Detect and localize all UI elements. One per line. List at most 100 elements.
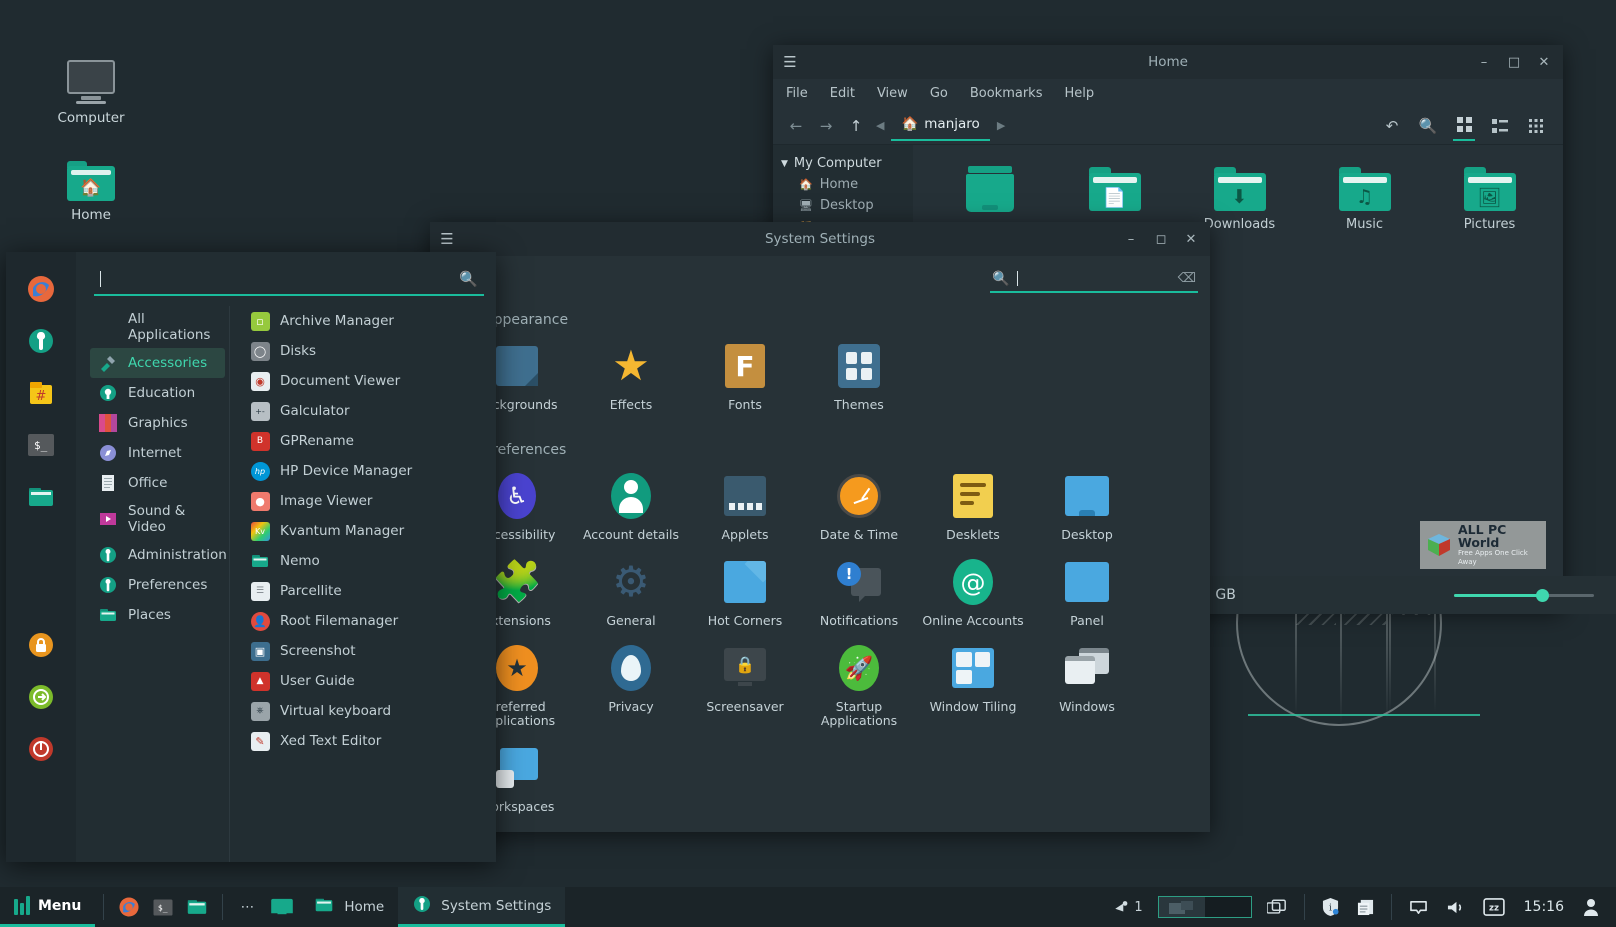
settings-item-notifications[interactable]: ! Notifications xyxy=(802,556,916,628)
up-arrow-icon[interactable]: ↑ xyxy=(843,113,869,139)
menu-system-buttons[interactable] xyxy=(6,628,76,766)
settings-item-online-accounts[interactable]: @ Online Accounts xyxy=(916,556,1030,628)
system-settings-minimize-button[interactable]: – xyxy=(1116,222,1146,256)
ram-slider-row[interactable]: 6 GB xyxy=(1180,576,1616,614)
sidebar-section-my-computer[interactable]: ▼ My Computer xyxy=(773,153,913,174)
grouped-window-icon[interactable]: ⋯ xyxy=(231,887,265,927)
menu-app-root-filemanager[interactable]: 👤 Root Filemanager xyxy=(242,606,488,636)
settings-item-screensaver[interactable]: 🔒 Screensaver xyxy=(688,642,802,728)
ram-slider-track[interactable] xyxy=(1454,588,1594,602)
settings-item-panel[interactable]: Panel xyxy=(1030,556,1144,628)
search-icon[interactable]: 🔍 xyxy=(1417,111,1439,141)
file-item-music[interactable]: ♫ Music xyxy=(1302,161,1427,232)
workspace-switcher[interactable] xyxy=(1157,896,1252,918)
menu-all-applications-label[interactable]: All Applications xyxy=(90,306,225,348)
inhibit-sleep-icon[interactable]: zz xyxy=(1474,887,1514,927)
taskbar-launcher-terminal[interactable]: $_ xyxy=(146,887,180,927)
menu-app-xed-text-editor[interactable]: ✎ Xed Text Editor xyxy=(242,726,488,756)
nemo-minimize-button[interactable]: – xyxy=(1469,45,1499,79)
settings-item-applets[interactable]: Applets xyxy=(688,470,802,542)
taskbar-menu-button[interactable]: Menu xyxy=(0,887,96,927)
nemo-titlebar[interactable]: ☰ Home – □ ✕ xyxy=(773,45,1563,79)
menu-app-archive-manager[interactable]: ▫ Archive Manager xyxy=(242,306,488,336)
settings-item-themes[interactable]: Themes xyxy=(802,340,916,412)
list-view-icon[interactable] xyxy=(1489,111,1511,141)
workspace-2[interactable] xyxy=(1204,897,1251,917)
menu-app-parcellite[interactable]: ☰ Parcellite xyxy=(242,576,488,606)
window-list-icon[interactable] xyxy=(1258,887,1296,927)
settings-item-windows[interactable]: Windows xyxy=(1030,642,1144,728)
menu-category-internet[interactable]: Internet xyxy=(90,438,225,468)
menu-category-preferences[interactable]: Preferences xyxy=(90,570,225,600)
menu-category-list[interactable]: All Applications Accessories Education G… xyxy=(90,306,230,862)
settings-item-effects[interactable]: ★ Effects xyxy=(574,340,688,412)
system-settings-close-button[interactable]: ✕ xyxy=(1176,222,1206,256)
desktop-icon-home[interactable]: 🏠 Home xyxy=(36,145,146,223)
menu-search-input[interactable]: 🔍 xyxy=(94,266,484,296)
system-settings-search-input[interactable]: 🔍 ⌫ xyxy=(990,268,1198,293)
settings-grid-preferences[interactable]: ♿ Accessibility Account details Applets … xyxy=(430,462,1210,820)
menu-application-list[interactable]: ▫ Archive Manager ◯ Disks ◉ Document Vie… xyxy=(230,306,488,862)
menu-category-sound-video[interactable]: Sound & Video xyxy=(90,498,225,540)
firefox-icon[interactable] xyxy=(24,272,58,306)
menu-favorites-bar[interactable]: # $_ xyxy=(6,252,76,862)
application-menu[interactable]: # $_ 🔍 All Applications Accessories Educ… xyxy=(6,252,496,862)
menu-app-user-guide[interactable]: ▲ User Guide xyxy=(242,666,488,696)
nemo-menubar[interactable]: File Edit View Go Bookmarks Help xyxy=(773,79,1563,107)
desktop-icon-computer[interactable]: Computer xyxy=(36,48,146,126)
menu-category-accessories[interactable]: Accessories xyxy=(90,348,225,378)
nemo-menu-view[interactable]: View xyxy=(874,84,911,103)
nemo-close-button[interactable]: ✕ xyxy=(1529,45,1559,79)
menu-category-administration[interactable]: Administration xyxy=(90,540,227,570)
system-settings-window[interactable]: ☰ System Settings – ◻ ✕ 🔍 ⌫ Appearance B… xyxy=(430,222,1210,832)
clear-search-icon[interactable]: ⌫ xyxy=(1178,271,1196,286)
nemo-pathbar[interactable]: ← → ↑ ◀ 🏠 manjaro ▶ ↶ 🔍 xyxy=(773,107,1563,145)
nemo-menu-hamburger-icon[interactable]: ☰ xyxy=(773,53,807,71)
settings-item-desktop[interactable]: Desktop xyxy=(1030,470,1144,542)
forward-arrow-icon[interactable]: → xyxy=(813,113,839,139)
system-settings-titlebar[interactable]: ☰ System Settings – ◻ ✕ xyxy=(430,222,1210,256)
user-account-icon[interactable] xyxy=(1574,887,1608,927)
menu-app-kvantum-manager[interactable]: Kv Kvantum Manager xyxy=(242,516,488,546)
software-manager-icon[interactable]: # xyxy=(24,376,58,410)
taskbar-panel[interactable]: Menu $_ ⋯ Home System Settings 1 i zz 15… xyxy=(0,887,1616,927)
menu-app-image-viewer[interactable]: ● Image Viewer xyxy=(242,486,488,516)
settings-item-window-tiling[interactable]: Window Tiling xyxy=(916,642,1030,728)
clipboard-icon[interactable] xyxy=(1348,887,1383,927)
update-manager-icon[interactable]: i xyxy=(1313,887,1348,927)
menu-category-education[interactable]: Education xyxy=(90,378,225,408)
nemo-menu-file[interactable]: File xyxy=(783,84,811,103)
nemo-menu-help[interactable]: Help xyxy=(1061,84,1097,103)
menu-app-hp-device-manager[interactable]: hp HP Device Manager xyxy=(242,456,488,486)
workspace-1[interactable] xyxy=(1158,897,1205,917)
settings-grid-appearance[interactable]: Backgrounds ★ Effects F Fonts Themes xyxy=(430,332,1210,418)
log-out-icon[interactable] xyxy=(24,680,58,714)
settings-wrench-icon[interactable] xyxy=(24,324,58,358)
menu-category-graphics[interactable]: Graphics xyxy=(90,408,225,438)
back-arrow-icon[interactable]: ← xyxy=(783,113,809,139)
show-desktop-icon[interactable] xyxy=(265,887,299,927)
breadcrumb-manjaro[interactable]: 🏠 manjaro xyxy=(891,110,990,141)
volume-icon[interactable] xyxy=(1437,887,1474,927)
system-settings-window-controls[interactable]: – ◻ ✕ xyxy=(1116,222,1210,256)
system-settings-search-row[interactable]: 🔍 ⌫ xyxy=(430,256,1210,304)
settings-item-date-time[interactable]: Date & Time xyxy=(802,470,916,542)
nemo-toolbar[interactable]: ↶ 🔍 xyxy=(1381,111,1553,141)
taskbar-launcher-firefox[interactable] xyxy=(112,887,146,927)
ram-slider-handle[interactable] xyxy=(1536,588,1549,602)
menu-app-gprename[interactable]: B GPRename xyxy=(242,426,488,456)
menu-category-places[interactable]: Places xyxy=(90,600,225,630)
taskbar-clock[interactable]: 15:16 xyxy=(1514,899,1574,915)
settings-item-fonts[interactable]: F Fonts xyxy=(688,340,802,412)
breadcrumb-left-icon[interactable]: ◀ xyxy=(873,119,887,132)
taskbar-launcher-files[interactable] xyxy=(180,887,214,927)
system-tray[interactable]: 1 i zz 15:16 xyxy=(1104,887,1616,927)
menu-app-nemo[interactable]: Nemo xyxy=(242,546,488,576)
menu-app-virtual-keyboard[interactable]: ⎈ Virtual keyboard xyxy=(242,696,488,726)
menu-category-office[interactable]: Office xyxy=(90,468,225,498)
settings-item-desklets[interactable]: Desklets xyxy=(916,470,1030,542)
system-settings-menu-hamburger-icon[interactable]: ☰ xyxy=(430,230,464,248)
search-icon[interactable]: 🔍 xyxy=(459,270,478,288)
taskbar-window-system-settings[interactable]: System Settings xyxy=(398,887,566,927)
nemo-menu-edit[interactable]: Edit xyxy=(827,84,858,103)
